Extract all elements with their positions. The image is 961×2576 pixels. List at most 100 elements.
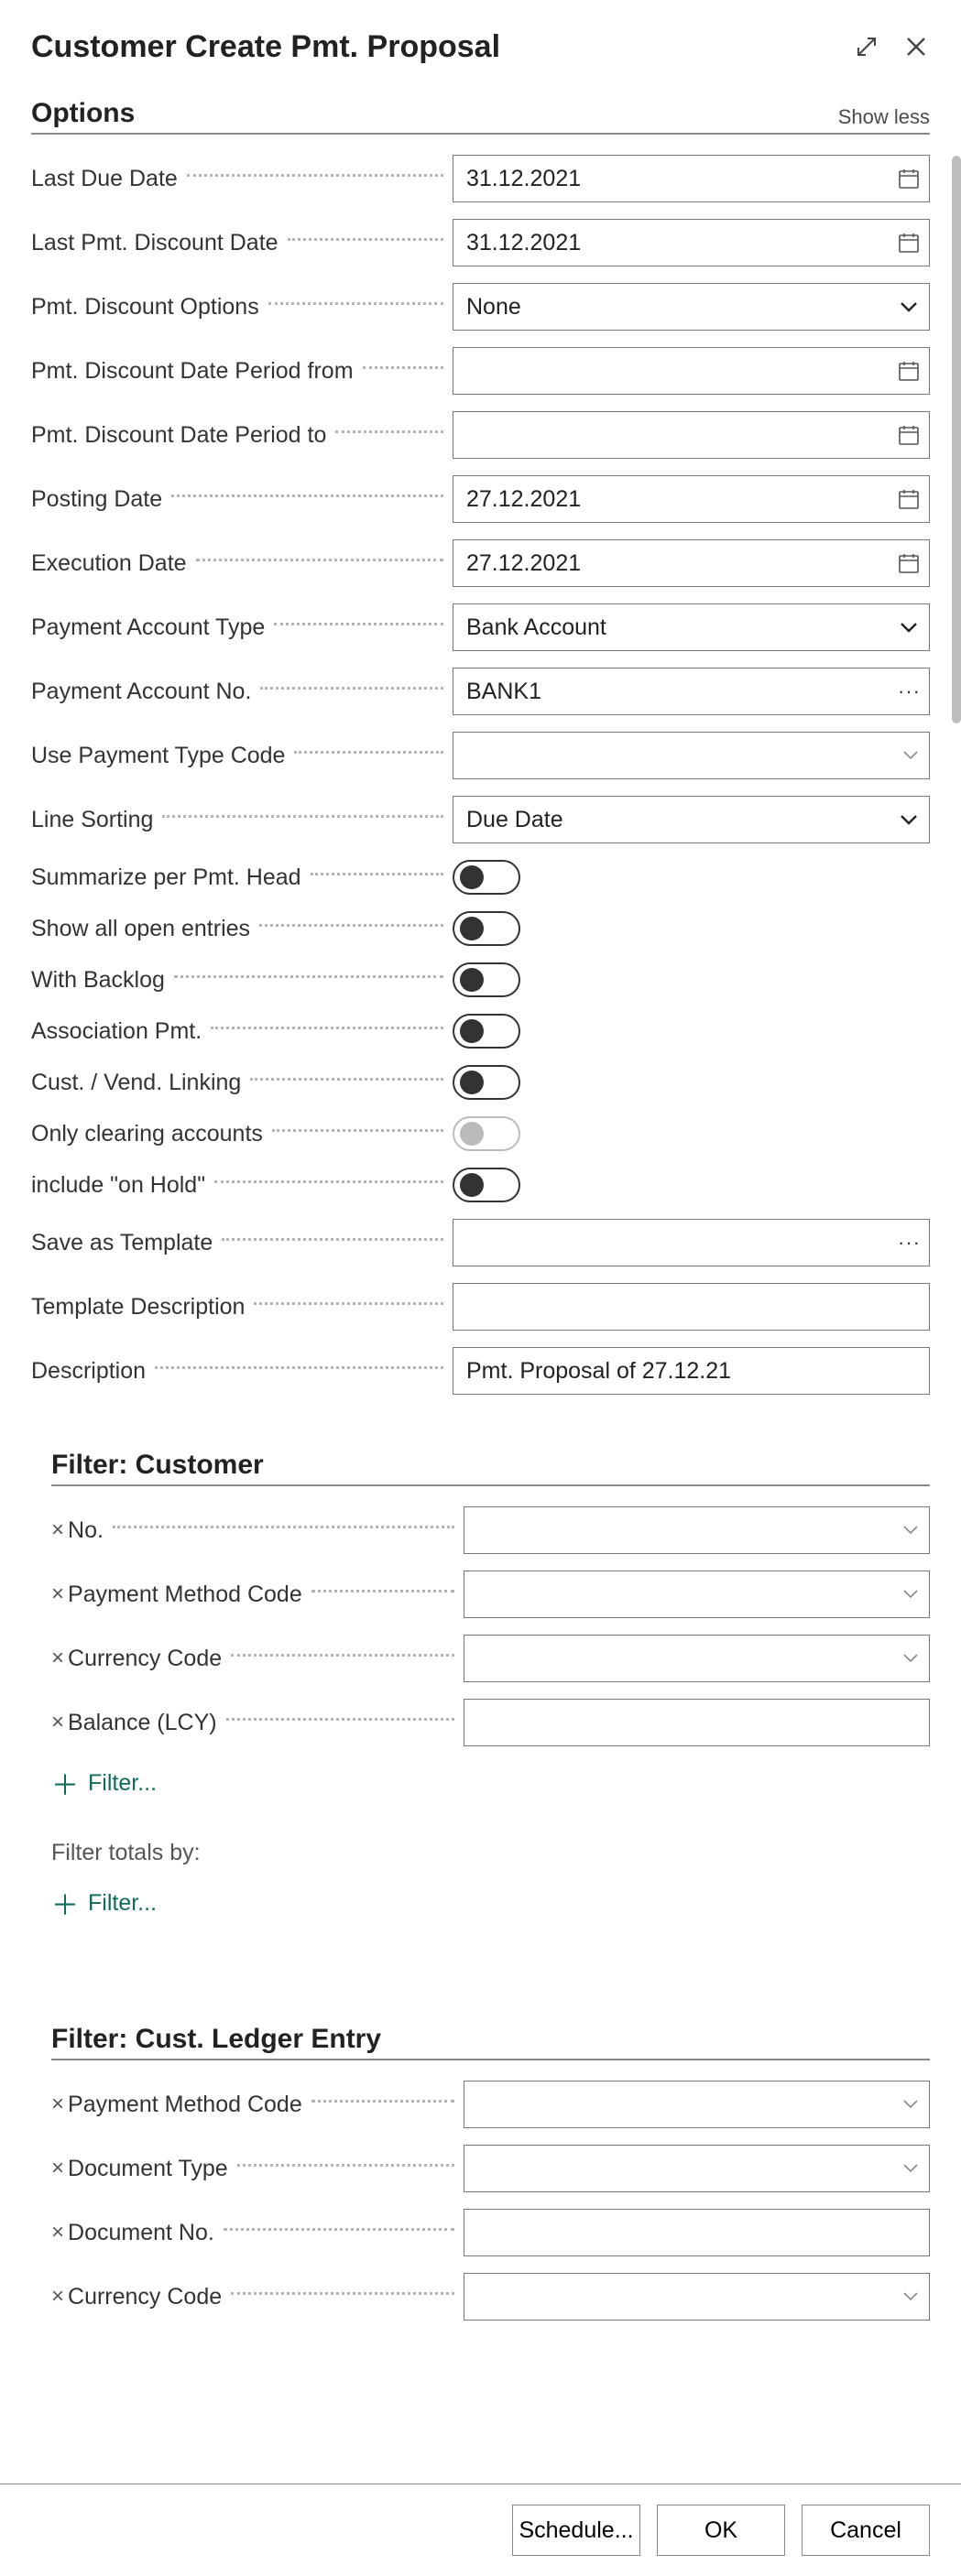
- dialog-header: Customer Create Pmt. Proposal: [31, 29, 930, 65]
- input-fc-payment-method-code[interactable]: [464, 1571, 930, 1618]
- filter-cle-heading: Filter: Cust. Ledger Entry: [51, 2024, 381, 2055]
- label-description: Description: [31, 1358, 146, 1385]
- row-posting-date: Posting Date: [31, 475, 930, 523]
- filter-cle-head: Filter: Cust. Ledger Entry: [51, 2024, 930, 2060]
- show-less-link[interactable]: Show less: [838, 105, 930, 129]
- dialog-footer: Schedule... OK Cancel: [0, 2484, 961, 2576]
- toggle-summarize-per-pmt-head[interactable]: [453, 860, 520, 895]
- row-cle-payment-method-code: × Payment Method Code: [51, 2081, 930, 2128]
- row-fc-payment-method-code: × Payment Method Code: [51, 1571, 930, 1618]
- row-fc-no: × No.: [51, 1506, 930, 1554]
- input-last-due-date[interactable]: [453, 155, 930, 202]
- label-only-clearing-accounts: Only clearing accounts: [31, 1121, 263, 1147]
- dialog-title: Customer Create Pmt. Proposal: [31, 29, 500, 65]
- label-cle-document-no: Document No.: [68, 2220, 214, 2246]
- row-association-pmt: Association Pmt.: [31, 1014, 930, 1049]
- label-pmt-discount-options: Pmt. Discount Options: [31, 294, 259, 321]
- row-execution-date: Execution Date: [31, 539, 930, 587]
- filter-customer-heading: Filter: Customer: [51, 1450, 264, 1481]
- add-filter-totals-label: Filter...: [88, 1890, 157, 1917]
- select-use-payment-type-code[interactable]: [453, 732, 930, 779]
- plus-icon: ＋: [51, 1883, 79, 1923]
- input-posting-date[interactable]: [453, 475, 930, 523]
- input-cle-currency-code[interactable]: [464, 2273, 930, 2321]
- schedule-button[interactable]: Schedule...: [512, 2505, 640, 2556]
- input-pmt-discount-date-to[interactable]: [453, 411, 930, 459]
- row-cust-vend-linking: Cust. / Vend. Linking: [31, 1065, 930, 1100]
- label-pmt-discount-date-to: Pmt. Discount Date Period to: [31, 422, 326, 449]
- remove-filter-icon[interactable]: ×: [51, 2286, 64, 2308]
- label-cle-currency-code: Currency Code: [68, 2284, 222, 2310]
- input-cle-document-type[interactable]: [464, 2145, 930, 2192]
- cancel-button[interactable]: Cancel: [802, 2505, 930, 2556]
- row-description: Description: [31, 1347, 930, 1395]
- remove-filter-icon[interactable]: ×: [51, 1712, 64, 1734]
- expand-icon[interactable]: [855, 35, 880, 60]
- row-template-description: Template Description: [31, 1283, 930, 1331]
- add-filter-totals[interactable]: ＋ Filter...: [51, 1883, 930, 1923]
- input-payment-account-no[interactable]: [453, 668, 930, 715]
- row-summarize-per-pmt-head: Summarize per Pmt. Head: [31, 860, 930, 895]
- toggle-with-backlog[interactable]: [453, 962, 520, 997]
- toggle-only-clearing-accounts: [453, 1116, 520, 1151]
- label-template-description: Template Description: [31, 1294, 245, 1321]
- input-fc-no[interactable]: [464, 1506, 930, 1554]
- scrollbar-thumb[interactable]: [952, 156, 961, 723]
- label-association-pmt: Association Pmt.: [31, 1018, 202, 1045]
- remove-filter-icon[interactable]: ×: [51, 2158, 64, 2179]
- row-line-sorting: Line Sorting: [31, 796, 930, 843]
- select-payment-account-type[interactable]: [453, 603, 930, 651]
- input-fc-balance-lcy[interactable]: [464, 1699, 930, 1746]
- remove-filter-icon[interactable]: ×: [51, 2093, 64, 2115]
- row-pmt-discount-options: Pmt. Discount Options: [31, 283, 930, 331]
- input-description[interactable]: [453, 1347, 930, 1395]
- label-use-payment-type-code: Use Payment Type Code: [31, 743, 285, 769]
- select-pmt-discount-options[interactable]: [453, 283, 930, 331]
- remove-filter-icon[interactable]: ×: [51, 1519, 64, 1541]
- toggle-association-pmt[interactable]: [453, 1014, 520, 1049]
- label-fc-currency-code: Currency Code: [68, 1646, 222, 1672]
- close-icon[interactable]: [904, 35, 930, 60]
- add-filter-label: Filter...: [88, 1770, 157, 1797]
- label-show-all-open-entries: Show all open entries: [31, 916, 250, 942]
- toggle-show-all-open-entries[interactable]: [453, 911, 520, 946]
- label-last-pmt-discount-date: Last Pmt. Discount Date: [31, 230, 278, 256]
- label-last-due-date: Last Due Date: [31, 166, 178, 192]
- row-pmt-discount-date-to: Pmt. Discount Date Period to: [31, 411, 930, 459]
- filter-customer-head: Filter: Customer: [51, 1450, 930, 1486]
- row-fc-balance-lcy: × Balance (LCY): [51, 1699, 930, 1746]
- toggle-cust-vend-linking[interactable]: [453, 1065, 520, 1100]
- label-payment-account-no: Payment Account No.: [31, 679, 251, 705]
- label-include-on-hold: include "on Hold": [31, 1172, 205, 1199]
- input-execution-date[interactable]: [453, 539, 930, 587]
- options-heading: Options: [31, 98, 135, 129]
- row-include-on-hold: include "on Hold": [31, 1168, 930, 1202]
- input-save-as-template[interactable]: [453, 1219, 930, 1266]
- row-pmt-discount-date-from: Pmt. Discount Date Period from: [31, 347, 930, 395]
- toggle-include-on-hold[interactable]: [453, 1168, 520, 1202]
- input-template-description[interactable]: [453, 1283, 930, 1331]
- input-pmt-discount-date-from[interactable]: [453, 347, 930, 395]
- ok-button[interactable]: OK: [657, 2505, 785, 2556]
- input-last-pmt-discount-date[interactable]: [453, 219, 930, 266]
- row-cle-document-type: × Document Type: [51, 2145, 930, 2192]
- row-payment-account-type: Payment Account Type: [31, 603, 930, 651]
- input-fc-currency-code[interactable]: [464, 1635, 930, 1682]
- input-cle-document-no[interactable]: [464, 2209, 930, 2256]
- label-fc-no: No.: [68, 1517, 104, 1544]
- remove-filter-icon[interactable]: ×: [51, 1647, 64, 1669]
- label-fc-balance-lcy: Balance (LCY): [68, 1710, 217, 1736]
- remove-filter-icon[interactable]: ×: [51, 1583, 64, 1605]
- input-cle-payment-method-code[interactable]: [464, 2081, 930, 2128]
- select-line-sorting[interactable]: [453, 796, 930, 843]
- label-cle-document-type: Document Type: [68, 2156, 228, 2182]
- label-pmt-discount-date-from: Pmt. Discount Date Period from: [31, 358, 354, 385]
- label-posting-date: Posting Date: [31, 486, 162, 513]
- row-fc-currency-code: × Currency Code: [51, 1635, 930, 1682]
- label-cust-vend-linking: Cust. / Vend. Linking: [31, 1070, 241, 1096]
- add-filter-customer[interactable]: ＋ Filter...: [51, 1763, 930, 1803]
- remove-filter-icon[interactable]: ×: [51, 2222, 64, 2244]
- row-payment-account-no: Payment Account No. ···: [31, 668, 930, 715]
- label-summarize-per-pmt-head: Summarize per Pmt. Head: [31, 864, 301, 891]
- label-line-sorting: Line Sorting: [31, 807, 153, 833]
